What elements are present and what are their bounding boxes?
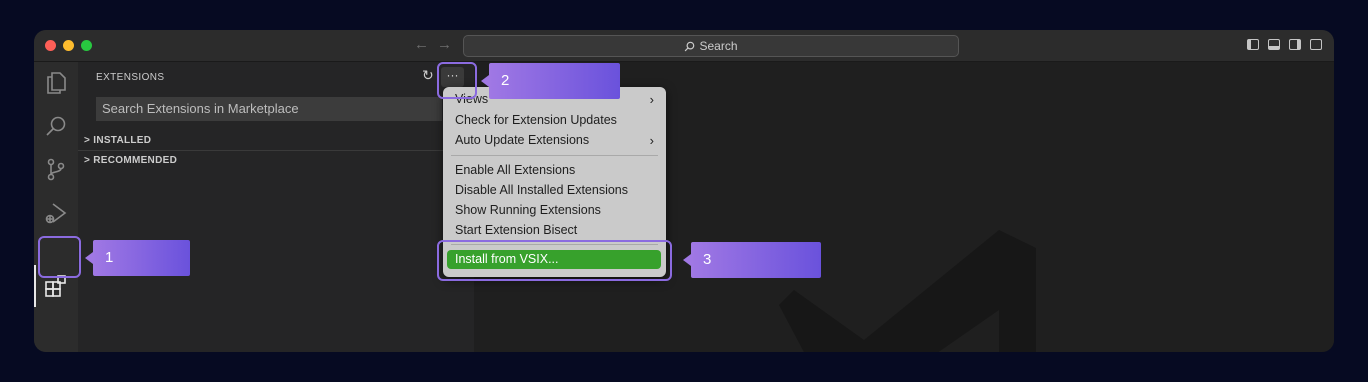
callout-3: 3: [683, 242, 821, 278]
toggle-panel-icon[interactable]: [1268, 39, 1280, 50]
refresh-icon[interactable]: ↻: [422, 67, 434, 84]
back-arrow-icon[interactable]: ←: [414, 36, 429, 53]
maximize-window-button[interactable]: [81, 40, 92, 51]
explorer-icon[interactable]: [42, 69, 70, 97]
minimize-window-button[interactable]: [63, 40, 74, 51]
submenu-chevron-icon: ›: [649, 133, 654, 148]
installed-section[interactable]: > INSTALLED: [84, 135, 151, 146]
vscode-window: ← → Search EXTENSIONS Search Extensions …: [34, 30, 1334, 352]
source-control-icon[interactable]: [42, 155, 70, 183]
divider: [78, 150, 474, 151]
menu-item-disable-all[interactable]: Disable All Installed Extensions: [455, 183, 628, 197]
callout-1: 1: [85, 240, 190, 276]
search-icon: [685, 41, 695, 51]
menu-item-auto-update[interactable]: Auto Update Extensions: [455, 133, 589, 147]
menu-item-show-running[interactable]: Show Running Extensions: [455, 203, 601, 217]
menu-item-start-bisect[interactable]: Start Extension Bisect: [455, 223, 577, 237]
run-debug-icon[interactable]: [42, 199, 70, 227]
menu-item-check-updates[interactable]: Check for Extension Updates: [455, 113, 617, 127]
menu-item-enable-all[interactable]: Enable All Extensions: [455, 163, 575, 177]
forward-arrow-icon[interactable]: →: [437, 36, 452, 53]
highlight-box-more-actions: [437, 62, 477, 99]
chevron-right-icon: >: [84, 155, 91, 166]
active-indicator: [34, 265, 36, 307]
extensions-search-input[interactable]: Search Extensions in Marketplace: [96, 97, 442, 121]
toggle-sidebar-icon[interactable]: [1247, 39, 1259, 50]
search-icon[interactable]: [42, 112, 70, 140]
section-label: INSTALLED: [93, 135, 152, 146]
sidebar-title: EXTENSIONS: [96, 72, 165, 83]
menu-separator: [451, 155, 658, 156]
customize-layout-icon[interactable]: [1310, 39, 1322, 50]
titlebar: ← → Search: [34, 30, 1334, 62]
close-window-button[interactable]: [45, 40, 56, 51]
toggle-secondary-sidebar-icon[interactable]: [1289, 39, 1301, 50]
activity-bar: [34, 62, 78, 352]
extensions-sidebar: EXTENSIONS Search Extensions in Marketpl…: [78, 62, 474, 352]
recommended-section[interactable]: > RECOMMENDED: [84, 155, 177, 166]
highlight-box-install-vsix: [437, 240, 672, 281]
highlight-box-extensions: [38, 236, 81, 278]
command-center-search[interactable]: Search: [463, 35, 959, 57]
submenu-chevron-icon: ›: [649, 92, 654, 107]
chevron-right-icon: >: [84, 135, 91, 146]
section-label: RECOMMENDED: [93, 155, 178, 166]
search-label: Search: [699, 39, 738, 53]
callout-2: 2: [481, 63, 620, 99]
